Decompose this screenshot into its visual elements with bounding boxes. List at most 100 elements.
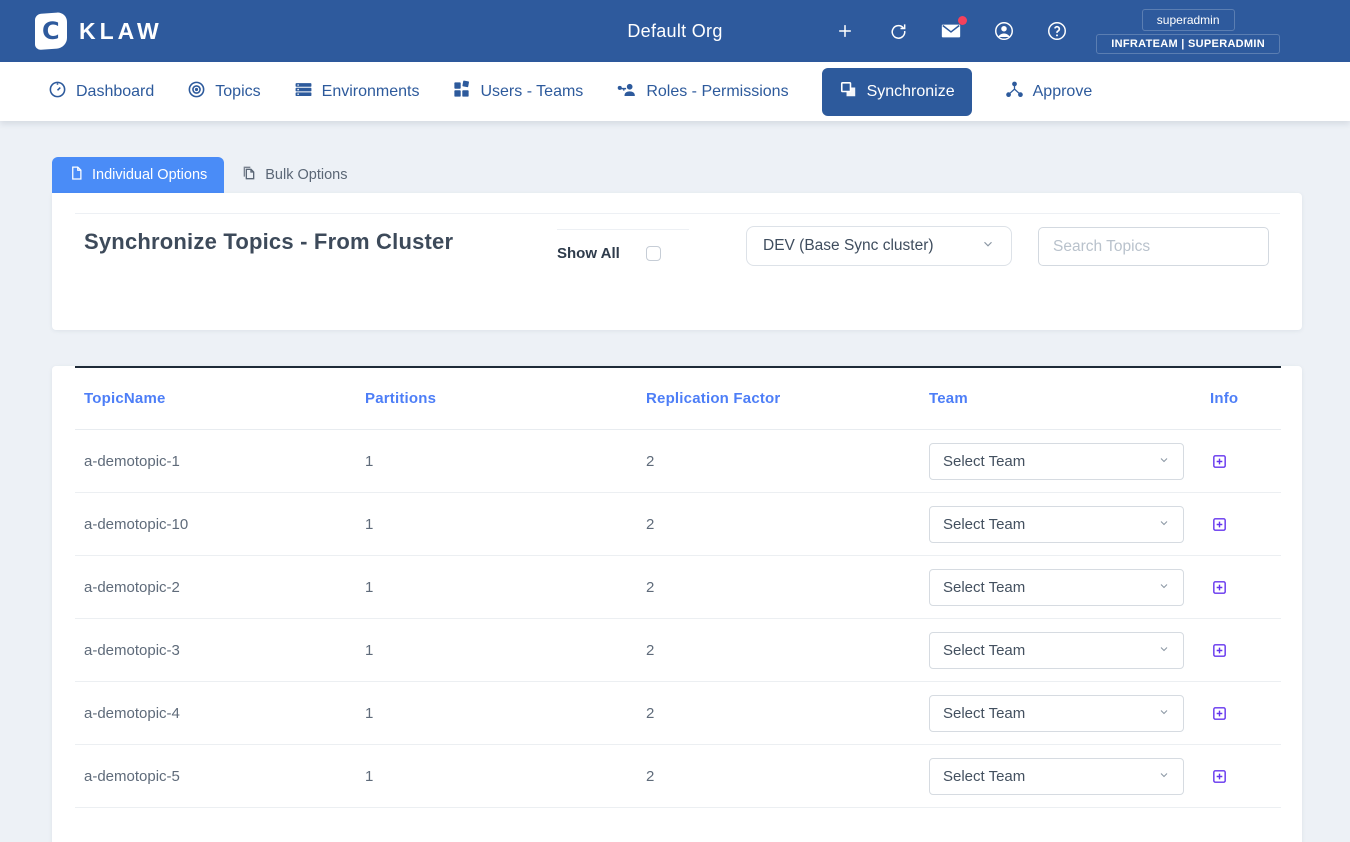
replication-factor-value: 2 bbox=[646, 705, 929, 722]
divider bbox=[75, 213, 1280, 214]
partitions-value: 1 bbox=[365, 579, 646, 596]
header-right: superadmin INFRATEAM | SUPERADMIN bbox=[832, 9, 1350, 54]
brand[interactable]: C KLAW bbox=[0, 13, 163, 49]
nav-item-dashboard[interactable]: Dashboard bbox=[48, 80, 154, 104]
nav-label: Roles - Permissions bbox=[646, 83, 788, 101]
sync-filters-card: Synchronize Topics - From Cluster Show A… bbox=[52, 193, 1302, 330]
add-box-icon[interactable] bbox=[1210, 452, 1228, 470]
layered-squares-icon bbox=[839, 80, 858, 104]
partitions-value: 1 bbox=[365, 453, 646, 470]
add-box-icon[interactable] bbox=[1210, 578, 1228, 596]
team-select[interactable]: Select Team bbox=[929, 632, 1184, 669]
help-icon[interactable] bbox=[1044, 18, 1070, 44]
show-all-group: Show All bbox=[557, 229, 689, 262]
replication-factor-value: 2 bbox=[646, 453, 929, 470]
table-row: a-demotopic-1 1 2 Select Team bbox=[75, 430, 1281, 493]
key-person-icon bbox=[616, 80, 637, 104]
topic-name: a-demotopic-4 bbox=[75, 705, 365, 722]
nav-item-synchronize[interactable]: Synchronize bbox=[822, 68, 972, 116]
table-row: a-demotopic-5 1 2 Select Team bbox=[75, 745, 1281, 808]
cluster-select-value: DEV (Base Sync cluster) bbox=[763, 237, 934, 255]
nav-item-topics[interactable]: Topics bbox=[187, 80, 260, 104]
options-tabs: Individual Options Bulk Options bbox=[52, 157, 1350, 193]
partitions-value: 1 bbox=[365, 642, 646, 659]
document-icon bbox=[69, 165, 84, 185]
team-select[interactable]: Select Team bbox=[929, 695, 1184, 732]
tab-label: Individual Options bbox=[92, 167, 207, 183]
main-nav: Dashboard Topics Environments Users - Te… bbox=[0, 62, 1350, 121]
refresh-icon[interactable] bbox=[885, 18, 911, 44]
widgets-icon bbox=[452, 80, 471, 104]
team-select[interactable]: Select Team bbox=[929, 506, 1184, 543]
add-box-icon[interactable] bbox=[1210, 515, 1228, 533]
plus-icon[interactable] bbox=[832, 18, 858, 44]
server-stack-icon bbox=[294, 80, 313, 104]
column-header-topicname: TopicName bbox=[75, 390, 365, 407]
klaw-logo-icon: C bbox=[35, 12, 67, 50]
replication-factor-value: 2 bbox=[646, 768, 929, 785]
table-row: a-demotopic-3 1 2 Select Team bbox=[75, 619, 1281, 682]
replication-factor-value: 2 bbox=[646, 516, 929, 533]
topics-table: TopicName Partitions Replication Factor … bbox=[75, 368, 1281, 808]
tab-label: Bulk Options bbox=[265, 167, 347, 183]
replication-factor-value: 2 bbox=[646, 579, 929, 596]
user-team-role: INFRATEAM | SUPERADMIN bbox=[1096, 34, 1280, 54]
team-select[interactable]: Select Team bbox=[929, 758, 1184, 795]
nav-item-approve[interactable]: Approve bbox=[1005, 80, 1093, 104]
topic-name: a-demotopic-10 bbox=[75, 516, 365, 533]
team-select[interactable]: Select Team bbox=[929, 569, 1184, 606]
tab-bulk-options[interactable]: Bulk Options bbox=[224, 157, 364, 193]
mail-notification-dot bbox=[958, 16, 967, 25]
nav-label: Environments bbox=[322, 83, 420, 101]
add-box-icon[interactable] bbox=[1210, 641, 1228, 659]
table-row: a-demotopic-4 1 2 Select Team bbox=[75, 682, 1281, 745]
show-all-label: Show All bbox=[557, 245, 620, 262]
chevron-down-icon bbox=[1158, 516, 1170, 533]
chevron-down-icon bbox=[1158, 642, 1170, 659]
account-icon[interactable] bbox=[991, 18, 1017, 44]
page-title: Synchronize Topics - From Cluster bbox=[84, 229, 453, 255]
nav-label: Synchronize bbox=[867, 83, 955, 101]
nav-label: Topics bbox=[215, 83, 260, 101]
topic-name: a-demotopic-3 bbox=[75, 642, 365, 659]
partitions-value: 1 bbox=[365, 705, 646, 722]
chevron-down-icon bbox=[1158, 705, 1170, 722]
hub-icon bbox=[1005, 80, 1024, 104]
dashboard-gauge-icon bbox=[48, 80, 67, 104]
table-row: a-demotopic-2 1 2 Select Team bbox=[75, 556, 1281, 619]
add-box-icon[interactable] bbox=[1210, 704, 1228, 722]
topic-name: a-demotopic-1 bbox=[75, 453, 365, 470]
username[interactable]: superadmin bbox=[1142, 9, 1235, 31]
chevron-down-icon bbox=[1158, 768, 1170, 785]
nav-label: Users - Teams bbox=[480, 83, 583, 101]
show-all-checkbox[interactable] bbox=[646, 246, 661, 261]
cluster-select[interactable]: DEV (Base Sync cluster) bbox=[746, 226, 1012, 266]
table-row: a-demotopic-10 1 2 Select Team bbox=[75, 493, 1281, 556]
main-content: Individual Options Bulk Options Synchron… bbox=[0, 157, 1350, 842]
tab-individual-options[interactable]: Individual Options bbox=[52, 157, 224, 193]
team-select[interactable]: Select Team bbox=[929, 443, 1184, 480]
nav-label: Dashboard bbox=[76, 83, 154, 101]
chevron-down-icon bbox=[981, 237, 995, 256]
nav-item-environments[interactable]: Environments bbox=[294, 80, 420, 104]
topics-table-card: TopicName Partitions Replication Factor … bbox=[52, 366, 1302, 842]
user-info: superadmin INFRATEAM | SUPERADMIN bbox=[1096, 9, 1280, 54]
table-header-row: TopicName Partitions Replication Factor … bbox=[75, 368, 1281, 430]
app-header: C KLAW Default Org bbox=[0, 0, 1350, 62]
partitions-value: 1 bbox=[365, 768, 646, 785]
chevron-down-icon bbox=[1158, 453, 1170, 470]
header-actions bbox=[832, 18, 1070, 44]
partitions-value: 1 bbox=[365, 516, 646, 533]
nav-label: Approve bbox=[1033, 83, 1093, 101]
search-topics-input[interactable] bbox=[1038, 227, 1269, 266]
nav-item-users-teams[interactable]: Users - Teams bbox=[452, 80, 583, 104]
brand-name: KLAW bbox=[79, 18, 163, 45]
documents-copy-icon bbox=[241, 165, 257, 185]
add-box-icon[interactable] bbox=[1210, 767, 1228, 785]
app-root: C KLAW Default Org bbox=[0, 0, 1350, 842]
chevron-down-icon bbox=[1158, 579, 1170, 596]
nav-item-roles-permissions[interactable]: Roles - Permissions bbox=[616, 80, 788, 104]
replication-factor-value: 2 bbox=[646, 642, 929, 659]
column-header-info: Info bbox=[1210, 390, 1281, 407]
mail-icon[interactable] bbox=[938, 18, 964, 44]
